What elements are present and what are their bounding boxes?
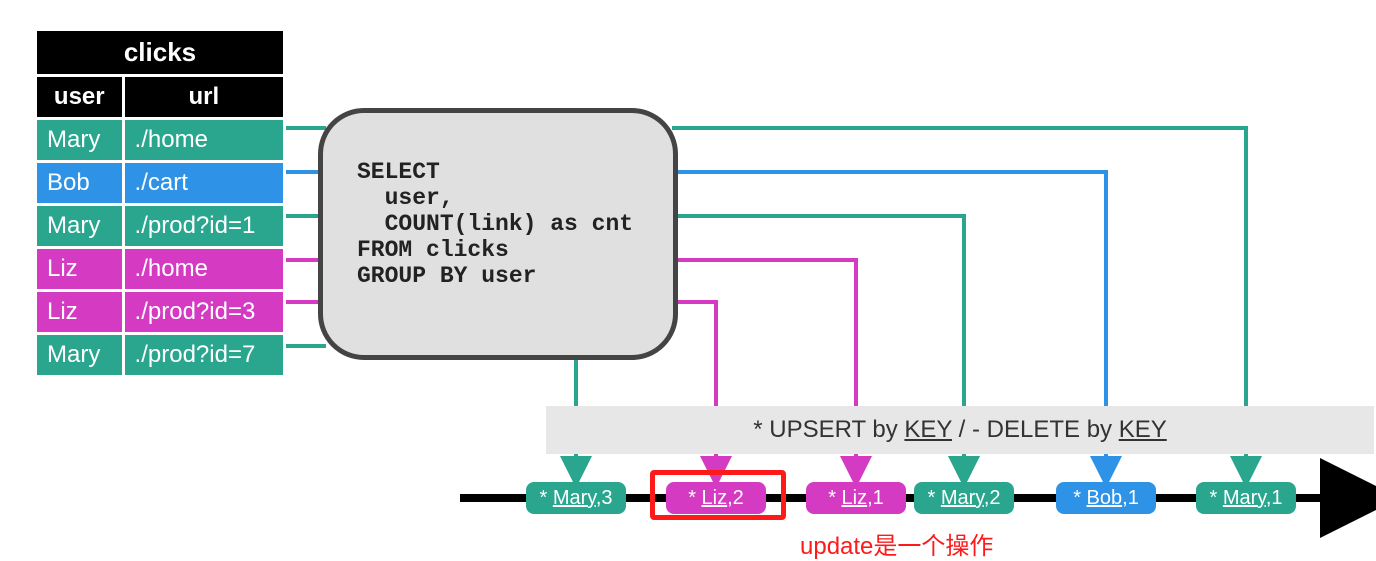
output-pill: * Mary,2 — [914, 482, 1014, 514]
clicks-table: clicks user url Mary./home Bob./cart Mar… — [34, 28, 286, 378]
legend-bar: * UPSERT by KEY / - DELETE by KEY — [546, 406, 1374, 454]
col-user: user — [36, 76, 124, 119]
annotation-text: update是一个操作 — [800, 526, 993, 561]
table-title: clicks — [36, 30, 285, 76]
output-pill: * Mary,3 — [526, 482, 626, 514]
col-url: url — [123, 76, 284, 119]
table-row: Mary./home — [36, 119, 285, 162]
output-pill: * Mary,1 — [1196, 482, 1296, 514]
table-row: Mary./prod?id=7 — [36, 334, 285, 377]
sql-text: SELECT user, COUNT(link) as cnt FROM cli… — [357, 159, 649, 289]
output-pill: * Liz,1 — [806, 482, 906, 514]
highlight-box — [650, 470, 786, 520]
output-pill: * Bob,1 — [1056, 482, 1156, 514]
sql-box: SELECT user, COUNT(link) as cnt FROM cli… — [318, 108, 678, 360]
table-row: Bob./cart — [36, 162, 285, 205]
table-row: Mary./prod?id=1 — [36, 205, 285, 248]
table-row: Liz./prod?id=3 — [36, 291, 285, 334]
table-row: Liz./home — [36, 248, 285, 291]
